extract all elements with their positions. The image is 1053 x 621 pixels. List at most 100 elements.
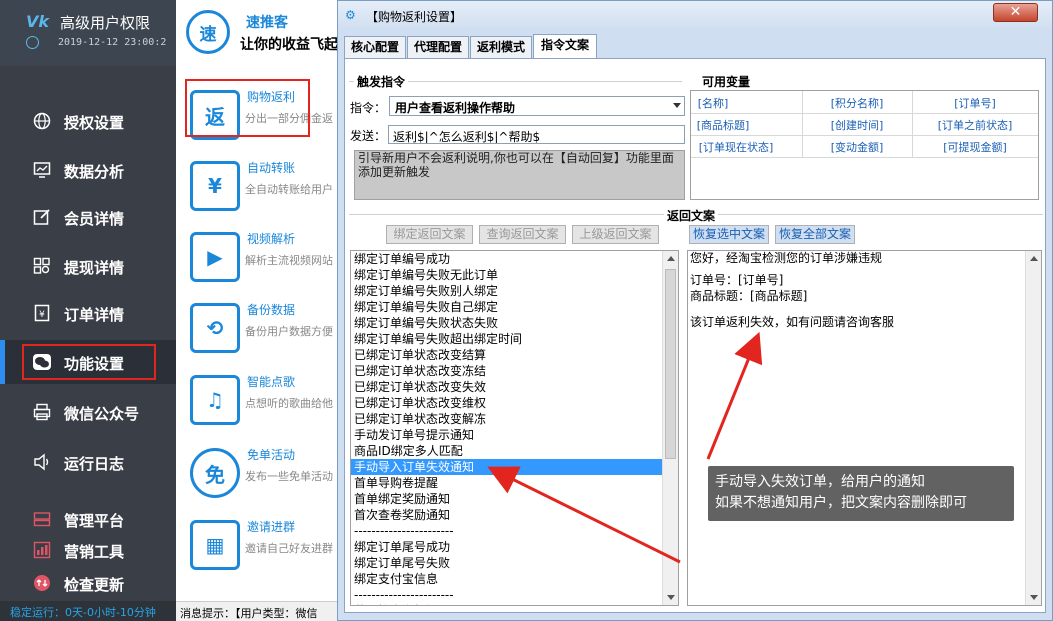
- list-item[interactable]: 获取推广海报提醒: [351, 603, 663, 605]
- return-text-editor[interactable]: 您好，经淘宝检测您的订单涉嫌违规 订单号：[订单号] 商品标题：[商品标题] 该订单返…: [687, 250, 1042, 606]
- list-item[interactable]: 已绑定订单状态改变维权: [351, 395, 663, 411]
- svg-text:¥: ¥: [39, 310, 45, 320]
- tab-command-text[interactable]: 指令文案: [533, 34, 597, 59]
- feature-title: 备份数据: [247, 303, 296, 317]
- list-item[interactable]: 绑定订单尾号失败: [351, 555, 663, 571]
- scroll-down-icon[interactable]: [667, 595, 675, 600]
- query-return-button[interactable]: 查询返回文案: [479, 225, 566, 244]
- callout-line-1: 手动导入失效订单，给用户的通知: [715, 474, 925, 490]
- list-item[interactable]: 首单导购卷提醒: [351, 475, 663, 491]
- var-points-name[interactable]: [积分名称]: [802, 95, 912, 111]
- nav-data-analysis[interactable]: 数据分析: [0, 148, 176, 192]
- list-item[interactable]: 已绑定订单状态改变结算: [351, 347, 663, 363]
- var-created-time[interactable]: [创建时间]: [802, 117, 912, 133]
- list-item[interactable]: 绑定订单编号失败自己绑定: [351, 299, 663, 315]
- close-button[interactable]: ✕: [993, 3, 1038, 22]
- list-item[interactable]: 首次查卷奖励通知: [351, 507, 663, 523]
- dialog-title: 【购物返利设置】: [366, 10, 463, 24]
- command-text-panel: 触发指令 可用变量 指令： 用户查看返利操作帮助 发送： 返利$|^怎么返利$|…: [344, 58, 1046, 613]
- feature-free-order[interactable]: 免 免单活动 发布一些免单活动: [176, 442, 344, 512]
- nav-member-details[interactable]: 会员详情: [0, 195, 176, 239]
- scroll-up-icon[interactable]: [667, 256, 675, 261]
- tab-rebate-mode[interactable]: 返利模式: [470, 36, 532, 58]
- nav-order-details[interactable]: ¥ 订单详情: [0, 291, 176, 335]
- feature-panel: 速 速推客 让你的收益飞起 返 购物返利 分出一部分佣金返 ¥ 自动转账 全自动…: [176, 0, 344, 621]
- restore-all-button[interactable]: 恢复全部文案: [775, 225, 855, 244]
- rebate-settings-dialog: ⚙ 【购物返利设置】 ✕ 核心配置 代理配置 返利模式 指令文案 触发指令 可用…: [337, 0, 1053, 621]
- brand-name: 速推客: [246, 15, 288, 31]
- globe-icon: [32, 111, 52, 131]
- sidebar: Vk 高级用户权限 2019-12-12 23:00:2 授权设置 数据分析 会…: [0, 0, 176, 621]
- var-withdrawable[interactable]: [可提现金额]: [912, 139, 1038, 155]
- list-item[interactable]: 手动发订单号提示通知: [351, 427, 663, 443]
- list-item[interactable]: -----------------------: [351, 523, 663, 539]
- transfer-icon: ¥: [190, 161, 240, 211]
- keyboard-icon: [32, 509, 52, 529]
- var-name[interactable]: [名称]: [691, 95, 735, 111]
- list-item[interactable]: 商品ID绑定多人匹配: [351, 443, 663, 459]
- editor-text-line: 商品标题：[商品标题]: [690, 289, 808, 303]
- list-item[interactable]: -----------------------: [351, 587, 663, 603]
- tab-agent-config[interactable]: 代理配置: [407, 36, 469, 58]
- feature-desc: 邀请自己好友进群: [245, 542, 333, 555]
- feature-desc: 解析主流视频网站: [245, 254, 333, 267]
- brand-logo-icon: 速: [186, 10, 230, 54]
- feature-backup-data[interactable]: ⟲ 备份数据 备份用户数据方便: [176, 297, 344, 367]
- list-item[interactable]: 绑定订单编号成功: [351, 251, 663, 267]
- list-item[interactable]: 手动导入订单失效通知: [351, 459, 663, 475]
- send-keywords-input[interactable]: 返利$|^怎么返利$|^帮助$: [388, 125, 685, 144]
- list-item[interactable]: 已绑定订单状态改变冻结: [351, 363, 663, 379]
- parent-return-button[interactable]: 上级返回文案: [572, 225, 659, 244]
- feature-desc: 备份用户数据方便: [245, 325, 333, 338]
- list-item[interactable]: 绑定订单编号失败超出绑定时间: [351, 331, 663, 347]
- feature-title: 自动转账: [247, 161, 296, 175]
- feature-invite-group[interactable]: ▦ 邀请进群 邀请自己好友进群: [176, 514, 344, 584]
- update-icon: [32, 573, 52, 593]
- scroll-down-icon[interactable]: [1030, 595, 1038, 600]
- annotation-callout: 手动导入失效订单，给用户的通知 如果不想通知用户，把文案内容删除即可: [708, 466, 1014, 521]
- feature-title: 免单活动: [247, 448, 296, 462]
- nav-wechat-official[interactable]: 微信公众号: [0, 390, 176, 434]
- var-prev-status[interactable]: [订单之前状态]: [912, 117, 1038, 133]
- bind-return-button[interactable]: 绑定返回文案: [386, 225, 473, 244]
- list-scrollbar[interactable]: [662, 251, 678, 605]
- feature-title: 邀请进群: [247, 520, 296, 534]
- tab-core-config[interactable]: 核心配置: [344, 36, 406, 58]
- list-item[interactable]: 绑定订单尾号成功: [351, 539, 663, 555]
- nav-auth-settings[interactable]: 授权设置: [0, 99, 176, 143]
- nav-check-update[interactable]: 检查更新: [0, 561, 176, 605]
- editor-scrollbar[interactable]: [1025, 251, 1041, 605]
- var-change-amount[interactable]: [变动金额]: [802, 139, 912, 155]
- clock-icon: [26, 36, 39, 49]
- command-select[interactable]: 用户查看返利操作帮助: [389, 96, 685, 116]
- feature-video-parse[interactable]: ▶ 视频解析 解析主流视频网站: [176, 226, 344, 296]
- var-product-title[interactable]: [商品标题]: [691, 117, 755, 133]
- video-icon: ▶: [190, 232, 240, 282]
- list-item[interactable]: 已绑定订单状态改变失效: [351, 379, 663, 395]
- restore-selected-button[interactable]: 恢复选中文案: [689, 225, 769, 244]
- list-item[interactable]: 绑定订单编号失败状态失败: [351, 315, 663, 331]
- user-level-title: 高级用户权限: [60, 14, 151, 32]
- brand-slogan: 让你的收益飞起: [240, 37, 338, 53]
- music-icon: ♫: [190, 375, 240, 425]
- edit-icon: [32, 207, 52, 227]
- scroll-up-icon[interactable]: [1030, 256, 1038, 261]
- var-current-status[interactable]: [订单现在状态]: [691, 139, 781, 155]
- nav-run-log[interactable]: 运行日志: [0, 440, 176, 484]
- list-item[interactable]: 绑定订单编号失败无此订单: [351, 267, 663, 283]
- list-item[interactable]: 首单绑定奖励通知: [351, 491, 663, 507]
- feature-auto-transfer[interactable]: ¥ 自动转账 全自动转账给用户: [176, 155, 344, 225]
- brand-header: 速 速推客 让你的收益飞起: [176, 0, 344, 66]
- list-item[interactable]: 绑定支付宝信息: [351, 571, 663, 587]
- chevron-down-icon: [673, 103, 681, 108]
- scroll-thumb[interactable]: [665, 269, 676, 459]
- var-order-no[interactable]: [订单号]: [912, 95, 1038, 111]
- nav-withdraw-details[interactable]: 提现详情: [0, 244, 176, 288]
- list-item[interactable]: 已绑定订单状态改变解冻: [351, 411, 663, 427]
- return-text-title: 返回文案: [664, 207, 719, 224]
- hint-text: 引导新用户不会返利说明,你也可以在【自动回复】功能里面添加更新触发: [354, 150, 685, 200]
- feature-smart-song[interactable]: ♫ 智能点歌 点想听的歌曲给他: [176, 369, 344, 439]
- list-item[interactable]: 绑定订单编号失败别人绑定: [351, 283, 663, 299]
- send-label: 发送：: [350, 129, 387, 143]
- dialog-titlebar[interactable]: ⚙ 【购物返利设置】 ✕: [338, 1, 1052, 30]
